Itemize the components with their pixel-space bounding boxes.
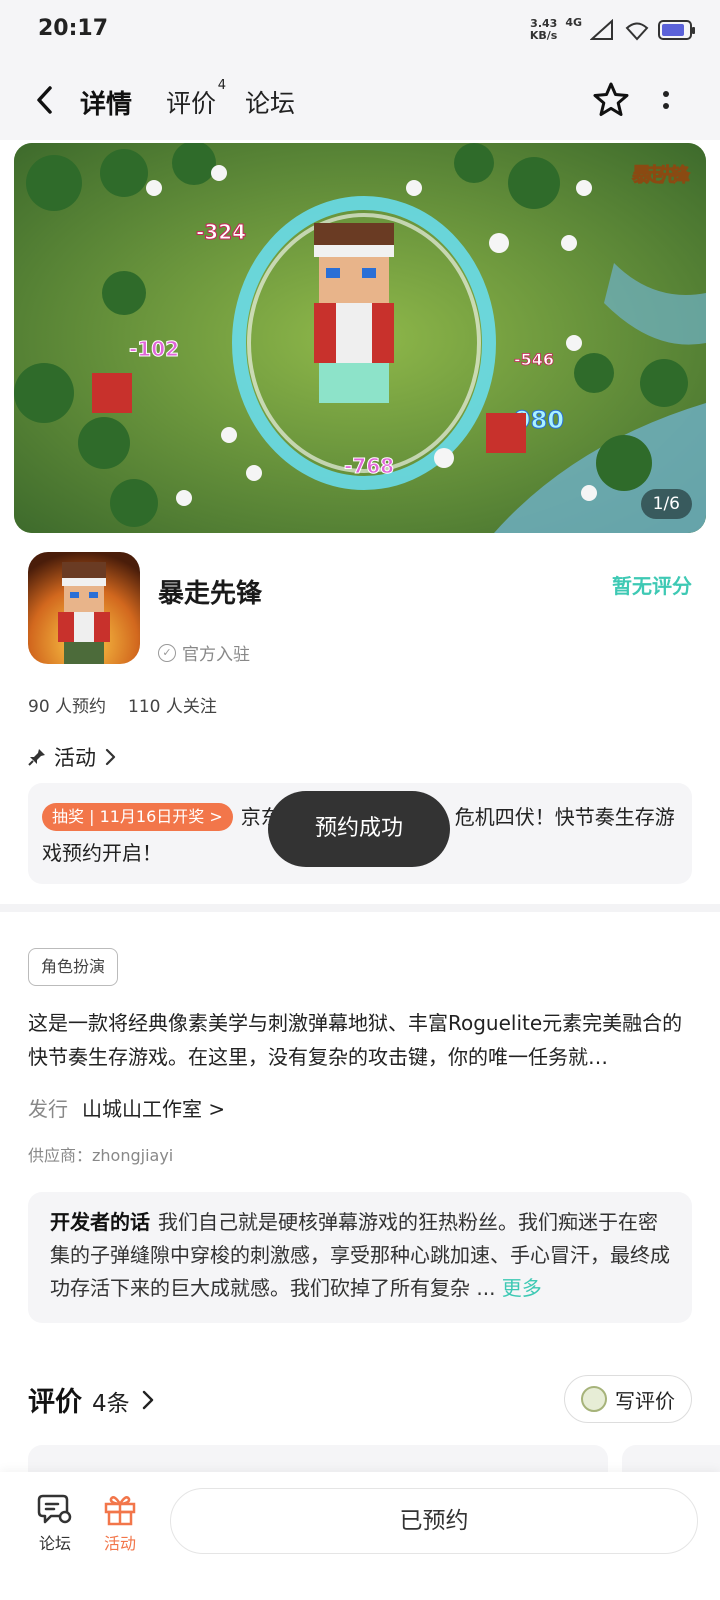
chevron-right-icon	[142, 1390, 153, 1410]
check-circle-icon: ✓	[158, 643, 176, 662]
status-time: 20:17	[38, 16, 109, 41]
bottom-action-bar: 论坛 活动 已预约	[0, 1472, 720, 1600]
supplier-info: 供应商：zhongjiayi	[28, 1146, 174, 1165]
forum-icon	[37, 1494, 72, 1524]
carousel-counter: 1/6	[640, 489, 692, 519]
reserved-button[interactable]: 已预约	[170, 1488, 698, 1554]
star-icon	[593, 82, 629, 116]
top-nav: 详情 评价 4 论坛	[0, 62, 720, 140]
pin-icon	[28, 749, 45, 766]
genre-tag[interactable]: 角色扮演	[28, 948, 119, 986]
developer-note-label: 开发者的话	[50, 1210, 150, 1234]
rating-status: 暂无评分	[612, 574, 692, 598]
screenshot-carousel[interactable]: -324 -102 -546 -980 -768 暴走先锋 1/6	[14, 143, 706, 533]
official-badge: ✓ 官方入驻	[158, 640, 250, 665]
reviews-count: 4条	[92, 1391, 130, 1417]
more-link[interactable]: 更多	[502, 1276, 542, 1300]
game-description[interactable]: 这是一款将经典像素美学与刺激弹幕地狱、丰富Roguelite元素完美融合的快节奏…	[28, 1006, 688, 1074]
network-type: 4G	[565, 16, 582, 29]
status-icons: 3.43 KB/s 4G	[529, 14, 695, 46]
game-logo-text: 暴走先锋	[632, 163, 691, 186]
game-title: 暴走先锋	[158, 579, 263, 609]
publisher-label: 发行	[28, 1097, 68, 1121]
dot	[663, 91, 669, 97]
battery-icon	[658, 20, 695, 40]
tab-details[interactable]: 详情	[76, 84, 136, 121]
publisher-name: 山城山工作室 >	[82, 1097, 226, 1121]
toast-message: 预约成功	[268, 791, 450, 867]
back-button[interactable]	[30, 82, 66, 122]
dot	[663, 103, 669, 109]
wifi-icon	[625, 22, 649, 41]
write-review-button[interactable]: 写评价	[564, 1375, 692, 1423]
bottom-activity-button[interactable]: 活动	[90, 1492, 150, 1554]
chevron-right-icon	[105, 748, 116, 766]
tab-reviews[interactable]: 评价 4	[166, 78, 226, 120]
lottery-badge[interactable]: 抽奖 | 11月16日开奖 >	[42, 803, 233, 831]
favorite-button[interactable]	[589, 78, 633, 122]
publisher-row[interactable]: 发行 山城山工作室 >	[28, 1093, 225, 1122]
damage-number: -768	[344, 454, 394, 478]
reviewer-avatar-icon	[581, 1386, 607, 1412]
tab-forum[interactable]: 论坛	[245, 84, 295, 120]
developer-note-card[interactable]: 开发者的话 我们自己就是硬核弹幕游戏的狂热粉丝。我们痴迷于在密集的子弹缝隙中穿梭的…	[28, 1192, 692, 1323]
section-divider	[0, 904, 720, 912]
reviews-section-header[interactable]: 评价 4条	[28, 1380, 156, 1419]
network-speed: 3.43 KB/s	[529, 17, 558, 42]
activity-section-link[interactable]: 活动	[28, 742, 118, 772]
reviews-count-badge: 4	[217, 78, 227, 93]
bottom-forum-button[interactable]: 论坛	[25, 1492, 85, 1554]
reviews-title: 评价	[28, 1387, 82, 1418]
reservation-count: 90 人预约	[28, 697, 107, 717]
damage-number: -546	[514, 350, 554, 369]
more-options-button[interactable]	[654, 80, 678, 120]
gift-icon	[104, 1496, 136, 1526]
battery-level	[662, 24, 685, 36]
follower-count: 110 人关注	[128, 697, 217, 717]
damage-number: -102	[129, 337, 179, 361]
damage-number: -324	[196, 220, 246, 244]
game-stats: 90 人预约 110 人关注	[28, 692, 217, 717]
chevron-left-icon	[37, 86, 52, 114]
game-app-icon	[28, 552, 140, 664]
signal-icon	[590, 19, 613, 40]
game-screenshot: -324 -102 -546 -980 -768 暴走先锋	[14, 143, 706, 533]
status-bar: 20:17 3.43 KB/s 4G	[0, 0, 720, 62]
